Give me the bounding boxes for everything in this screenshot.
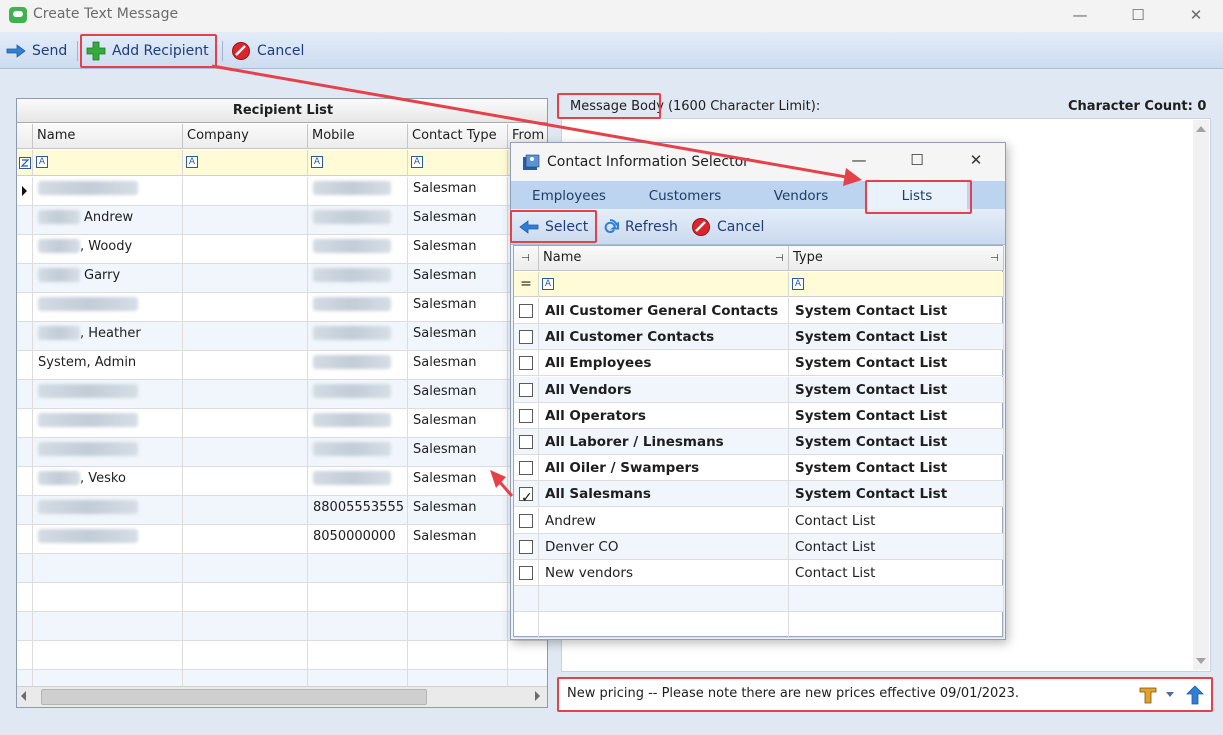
annotation-arrows: [211, 64, 862, 497]
annotation-arrow-to-lists: [211, 64, 853, 180]
arrowhead-icon: [843, 168, 862, 186]
